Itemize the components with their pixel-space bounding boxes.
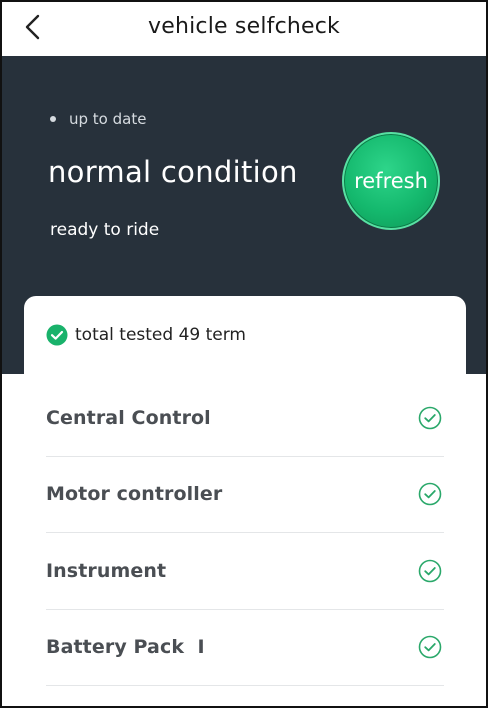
check-list: Central Control Motor controller Instrum… — [46, 380, 444, 686]
list-item[interactable]: Instrument — [46, 533, 444, 610]
test-summary-text: total tested 49 term — [75, 325, 246, 345]
check-circle-icon — [418, 635, 442, 659]
condition-heading: normal condition — [48, 155, 298, 189]
item-label: Central Control — [46, 406, 211, 429]
check-circle-icon — [418, 406, 442, 430]
list-item[interactable]: Central Control — [46, 380, 444, 457]
list-item[interactable]: Motor controller — [46, 457, 444, 533]
page-title: vehicle selfcheck — [147, 14, 340, 39]
top-bar: vehicle selfcheck — [0, 0, 488, 56]
update-status-text: up to date — [69, 110, 147, 128]
item-label: Motor controller — [46, 483, 223, 506]
update-status: up to date — [50, 110, 146, 128]
refresh-button[interactable]: refresh — [342, 132, 440, 230]
check-circle-icon — [418, 559, 442, 583]
item-label: Instrument — [46, 559, 167, 582]
test-summary: total tested 49 term — [46, 324, 246, 346]
bullet-dot-icon — [50, 116, 56, 122]
ready-text: ready to ride — [50, 220, 160, 240]
list-item[interactable]: Battery Pack I — [46, 610, 444, 686]
check-circle-filled-icon — [46, 324, 68, 346]
refresh-button-label: refresh — [354, 169, 428, 193]
item-label: Battery Pack I — [46, 636, 205, 659]
check-circle-icon — [418, 482, 442, 506]
